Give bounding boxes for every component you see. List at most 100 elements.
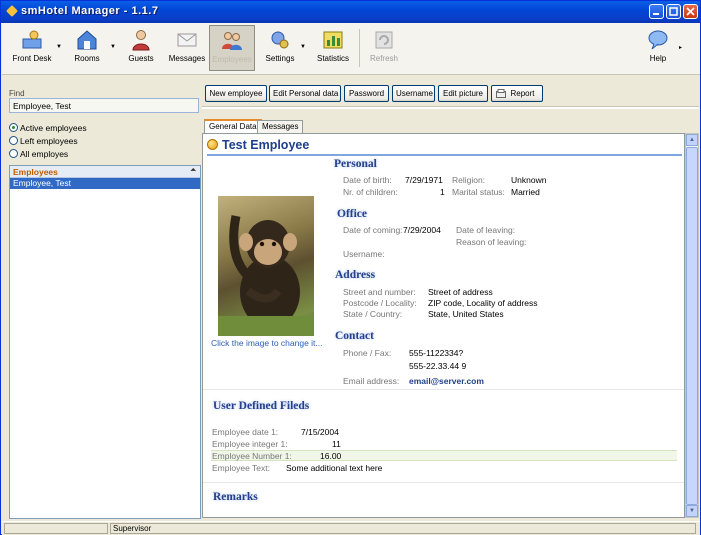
collapse-icon[interactable]: ⏶ [190,167,196,175]
help-icon [648,30,668,50]
chimpanzee-photo-icon [218,215,314,336]
toolbar-settings[interactable]: Settings ▼ [262,25,306,71]
settings-icon [271,31,289,49]
toolbar-front-desk[interactable]: Front Desk ▼ [10,25,62,71]
photo-caption[interactable]: Click the image to change it... [211,338,323,348]
refresh-icon [375,31,393,49]
filter-all-radio[interactable]: All employes [9,149,68,159]
title-underline [207,154,682,156]
postcode-value: ZIP code, Locality of address [428,298,538,308]
username-label: Username: [343,249,385,259]
detail-scrollbar[interactable]: ▲ ▼ [685,133,699,518]
coming-label: Date of coming: [343,225,403,235]
rooms-icon [77,30,97,50]
toolbar-messages[interactable]: Messages [168,25,206,71]
section-office: Office [337,208,368,220]
chevron-down-icon[interactable]: ▼ [110,44,116,50]
report-icon [496,89,506,98]
scroll-up-icon[interactable]: ▲ [686,134,698,146]
scroll-down-icon[interactable]: ▼ [686,505,698,517]
toolbar-guests[interactable]: Guests [123,25,159,71]
username-button[interactable]: Username [392,85,435,102]
tab-strip: General Data Messages [202,119,699,133]
minimize-button[interactable] [649,4,664,19]
filter-left-radio[interactable]: Left employees [9,136,78,146]
reason-label: Reason of leaving: [456,237,527,247]
religion-label: Religion: [452,175,486,185]
radio-icon [9,149,18,158]
guests-icon [132,30,150,51]
section-address: Address [335,269,376,281]
chevron-down-icon[interactable]: ▼ [56,44,62,50]
state-label: State / Country: [343,309,403,319]
section-contact: Contact [335,330,374,342]
tab-general-data[interactable]: General Data [204,119,262,133]
chevron-down-icon[interactable]: ▼ [300,44,306,50]
remarks-divider [203,482,684,483]
maximize-button[interactable] [666,4,681,19]
udf-row: Employee date 1: 7/15/2004 [212,427,339,437]
password-button[interactable]: Password [344,85,389,102]
employee-list-header[interactable]: Employees ⏶ [10,166,200,178]
new-employee-button[interactable]: New employee [205,85,267,102]
section-remarks: Remarks [213,491,258,503]
window-title: smHotel Manager - 1.1.7 [21,5,159,17]
employee-name-heading: Test Employee [207,138,309,152]
report-button[interactable]: Report [491,85,543,102]
title-bar[interactable]: smHotel Manager - 1.1.7 [1,1,700,23]
radio-selected-icon [9,123,18,132]
section-personal: Personal [334,158,377,170]
street-label: Street and number: [343,287,416,297]
toolbar-rooms[interactable]: Rooms ▼ [66,25,116,71]
postcode-label: Postcode / Locality: [343,298,417,308]
employees-icon [222,32,242,50]
email-label: Email address: [343,376,400,386]
phone-value: 555-1122334? [409,348,464,358]
marital-value: Married [511,187,540,197]
coming-value: 7/29/2004 [403,225,441,235]
front-desk-icon [22,30,42,49]
children-value: 1 [440,187,445,197]
edit-picture-button[interactable]: Edit picture [438,85,488,102]
find-label: Find [9,89,25,98]
toolbar-separator [359,29,360,67]
messages-icon [177,33,197,47]
main-toolbar: Front Desk ▼ Rooms ▼ Guests Messages Emp… [2,23,700,75]
employee-detail-panel: Test Employee Click the image to change … [202,133,685,518]
status-cell [4,523,108,534]
app-logo-icon [6,5,18,17]
status-user: Supervisor [110,523,696,534]
filter-active-radio[interactable]: Active employees [9,123,87,133]
toolbar-statistics[interactable]: Statistics [315,25,351,71]
chevron-down-icon[interactable]: ▸ [679,44,682,51]
udf-row: Employee integer 1: 11 [212,439,341,449]
toolbar-employees[interactable]: Employees [209,25,255,71]
employee-list[interactable]: Employees ⏶ Employee, Test [9,165,201,519]
left-panel: Find Employee, Test Active employees Lef… [5,85,201,519]
leaving-label: Date of leaving: [456,225,516,235]
religion-value: Unknown [511,175,547,185]
employee-photo[interactable] [218,196,314,336]
email-link[interactable]: email@server.com [409,376,484,386]
toolbar-help[interactable]: Help ▸ [640,25,682,71]
toolbar-divider [202,106,699,109]
children-label: Nr. of children: [343,187,398,197]
dob-label: Date of birth: [343,175,392,185]
fax-value: 555-22.33.44 9 [409,361,467,371]
close-button[interactable] [683,4,698,19]
action-bar: New employee Edit Personal data Password… [202,79,699,107]
section-user-defined: User Defined Fileds [213,400,310,412]
marital-label: Marital status: [452,187,505,197]
tab-messages[interactable]: Messages [257,120,304,133]
statistics-icon [323,31,343,49]
find-input[interactable]: Employee, Test [9,98,199,113]
edit-personal-data-button[interactable]: Edit Personal data [269,85,341,102]
street-value: Street of address [428,287,493,297]
list-item[interactable]: Employee, Test [10,178,200,189]
scroll-thumb[interactable] [686,147,698,505]
toolbar-refresh[interactable]: Refresh [365,25,403,71]
phone-label: Phone / Fax: [343,348,392,358]
status-bar: Supervisor [2,521,700,535]
radio-icon [9,136,18,145]
state-value: State, United States [428,309,504,319]
